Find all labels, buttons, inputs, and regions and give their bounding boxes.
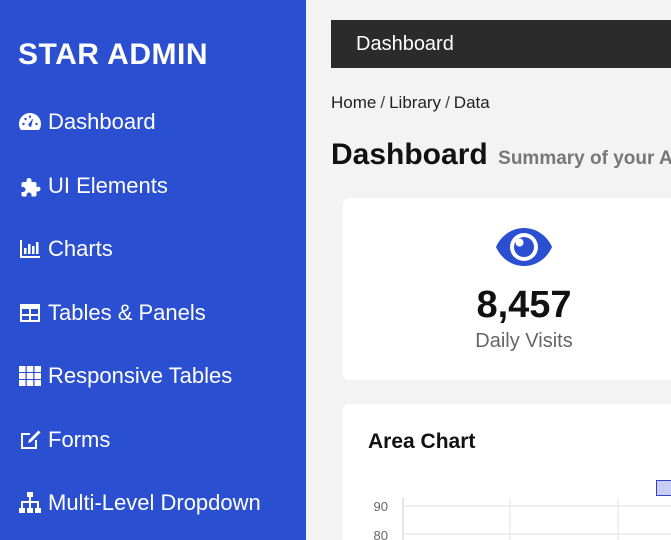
- stat-value: 8,457: [476, 284, 572, 326]
- sidebar-item-label: Multi-Level Dropdown: [48, 490, 261, 515]
- sidebar-item-dashboard[interactable]: Dashboard: [18, 107, 156, 137]
- top-bar: Dashboard: [331, 20, 671, 68]
- sidebar: STAR ADMIN Dashboard UI Elements Charts …: [0, 0, 306, 540]
- chart-title: Area Chart: [368, 430, 476, 453]
- sidebar-item-ui-elements[interactable]: UI Elements: [18, 171, 168, 201]
- y-tick-label: 90: [374, 499, 388, 514]
- breadcrumb-data: Data: [453, 93, 490, 112]
- puzzle-icon: [18, 174, 42, 198]
- table-icon: [18, 301, 42, 325]
- y-tick-label: 80: [374, 528, 388, 540]
- sidebar-item-label: Charts: [48, 236, 113, 261]
- dashboard-gauge-icon: [18, 110, 42, 134]
- breadcrumb: Home / Library / Data: [331, 93, 490, 113]
- sidebar-item-label: Responsive Tables: [48, 363, 233, 388]
- app-root: STAR ADMIN Dashboard UI Elements Charts …: [0, 0, 671, 540]
- eye-icon: [496, 228, 552, 266]
- topbar-title[interactable]: Dashboard: [356, 33, 454, 56]
- area-chart-plot: 90 80: [374, 498, 671, 540]
- daily-visits-card: 8,457 Daily Visits: [343, 198, 671, 380]
- page-title: Dashboard: [331, 138, 488, 171]
- sitemap-icon: [18, 491, 42, 515]
- breadcrumb-separator: /: [380, 93, 386, 112]
- page-subtitle: Summary of your A: [498, 148, 671, 169]
- sidebar-item-forms[interactable]: Forms: [18, 425, 110, 455]
- bar-chart-icon: [18, 237, 42, 261]
- sidebar-item-label: Tables & Panels: [48, 300, 206, 325]
- breadcrumb-separator: /: [445, 93, 450, 112]
- grid-icon: [18, 364, 42, 388]
- sidebar-item-multi-level-dropdown[interactable]: Multi-Level Dropdown: [18, 488, 261, 518]
- sidebar-item-tables-panels[interactable]: Tables & Panels: [18, 298, 206, 328]
- page-heading: Dashboard Summary of your A: [331, 138, 671, 172]
- sidebar-item-label: UI Elements: [48, 173, 168, 198]
- sidebar-item-label: Dashboard: [48, 109, 156, 134]
- sidebar-item-charts[interactable]: Charts: [18, 234, 113, 264]
- breadcrumb-library[interactable]: Library: [389, 93, 441, 112]
- area-chart-card: Area Chart 90 80: [343, 404, 671, 540]
- sidebar-item-responsive-tables[interactable]: Responsive Tables: [18, 361, 232, 391]
- sidebar-item-label: Forms: [48, 427, 111, 452]
- edit-icon: [18, 428, 42, 452]
- brand-logo[interactable]: STAR ADMIN: [18, 38, 208, 72]
- breadcrumb-home[interactable]: Home: [331, 93, 376, 112]
- stat-label: Daily Visits: [475, 330, 573, 352]
